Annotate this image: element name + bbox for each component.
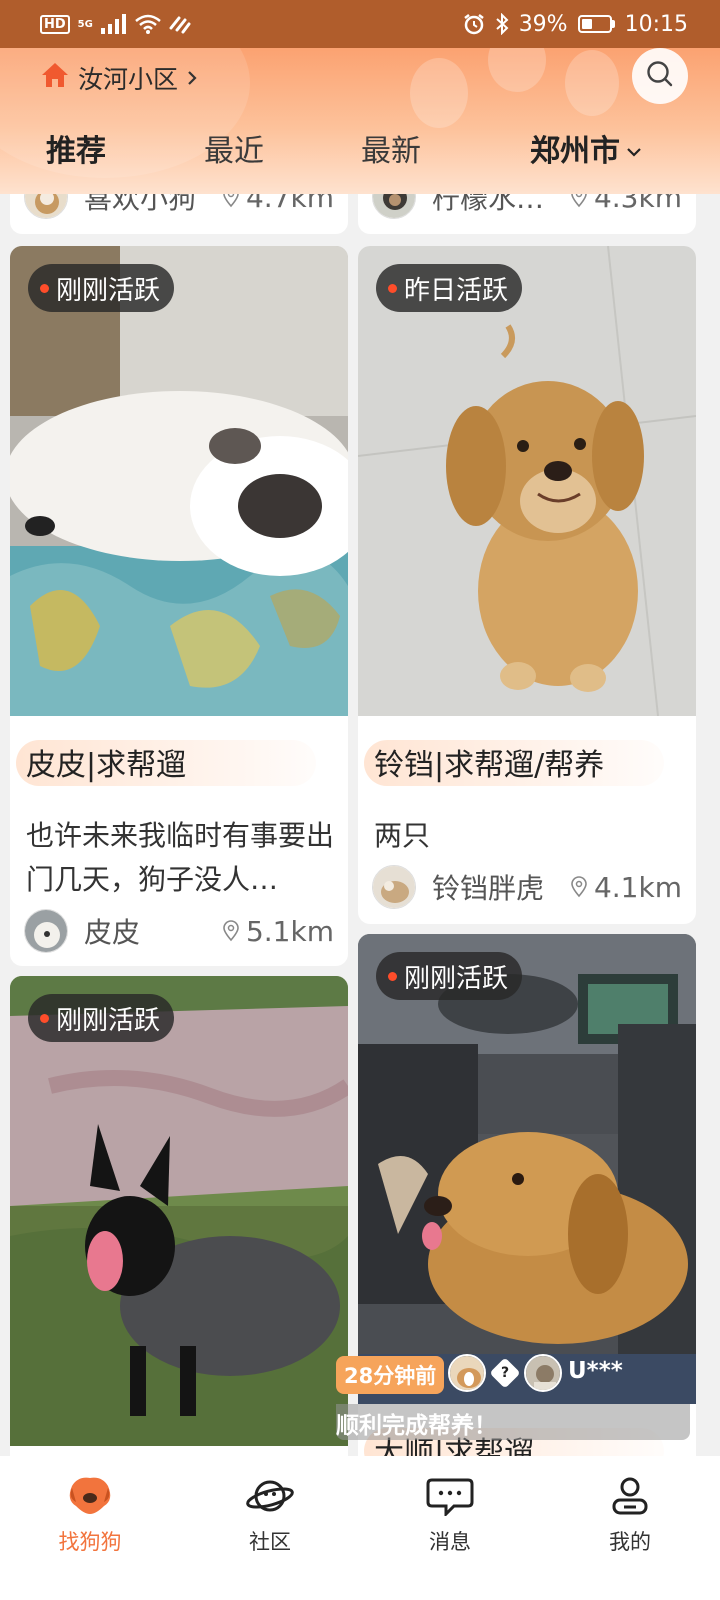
card-description: 两只 xyxy=(374,819,431,852)
avatar xyxy=(524,1354,562,1392)
location-name: 汝河小区 xyxy=(78,65,179,94)
search-icon xyxy=(645,59,675,93)
nav-messages[interactable]: 消息 xyxy=(360,1456,540,1600)
avatar xyxy=(24,194,68,219)
person-icon xyxy=(606,1476,654,1520)
alarm-icon xyxy=(463,13,485,35)
distance-value: 5.1km xyxy=(245,914,334,948)
distance: 4.3km xyxy=(570,194,682,214)
nav-label: 我的 xyxy=(609,1530,651,1554)
toast-symbol: ? xyxy=(500,1365,510,1381)
dog-face-icon xyxy=(66,1476,114,1520)
card-meta: 皮皮 5.1km xyxy=(24,908,334,954)
chat-bubble-icon xyxy=(426,1476,474,1520)
network-type: 5G xyxy=(77,18,93,30)
avatar xyxy=(24,909,68,953)
dog-card-partial[interactable]: 喜欢小狗 4.7km xyxy=(10,194,348,234)
nav-community[interactable]: 社区 xyxy=(180,1456,360,1600)
feed-tabs: 推荐 最近 最新 郑州市 xyxy=(0,126,720,170)
avatar xyxy=(372,194,416,219)
dog-photo: 刚刚活跃 xyxy=(10,246,348,716)
wifi-icon xyxy=(135,14,161,34)
dog-photo: 刚刚活跃 xyxy=(10,976,348,1446)
signal-icon xyxy=(100,14,127,34)
location-pin-icon xyxy=(223,194,239,208)
location-pin-icon xyxy=(223,920,239,942)
status-bar: HD 5G 39% 10:15 xyxy=(0,0,720,48)
distance: 4.7km xyxy=(222,194,334,214)
nav-label: 找狗狗 xyxy=(58,1530,122,1554)
author-name: 喜欢小狗 xyxy=(84,194,197,215)
tab-newest[interactable]: 最新 xyxy=(361,126,421,170)
card-title: 铃铛|求帮遛/帮养 xyxy=(374,748,605,783)
chevron-right-icon xyxy=(186,64,198,93)
card-description: 也许未来我临时有事要出门几天，狗子没人… xyxy=(26,819,335,896)
distance-value: 4.7km xyxy=(245,194,334,214)
toast-message: 顺利完成帮养！ xyxy=(336,1413,497,1439)
city-name: 郑州市 xyxy=(530,134,620,169)
battery-percent: 39% xyxy=(518,11,568,37)
activity-badge: 刚刚活跃 xyxy=(28,264,175,312)
avatar xyxy=(372,865,416,909)
dog-card[interactable]: 刚刚活跃 皮皮|求帮遛 也许未来我临时有事要出门几天，狗子没人… 皮皮 5.1k… xyxy=(10,246,348,966)
dog-feed: 喜欢小狗 4.7km 柠檬水… 4.3km 刚刚活跃 皮皮|求帮遛 也许未来我临… xyxy=(0,194,720,1456)
nav-profile[interactable]: 我的 xyxy=(540,1456,720,1600)
paw-decoration xyxy=(410,58,468,128)
author-name: 皮皮 xyxy=(84,916,141,949)
author-name: 柠檬水… xyxy=(432,194,545,215)
card-meta: 铃铛胖虎 4.1km xyxy=(372,864,682,910)
chevron-down-icon xyxy=(626,131,642,166)
activity-badge: 昨日活跃 xyxy=(376,264,523,312)
tab-recent[interactable]: 最近 xyxy=(204,126,264,170)
location-pin-icon xyxy=(571,876,587,898)
dog-card[interactable]: 刚刚活跃 xyxy=(10,976,348,1456)
dog-card-partial[interactable]: 柠檬水… 4.3km xyxy=(358,194,696,234)
distance-value: 4.1km xyxy=(593,870,682,904)
bottom-navigation: 找狗狗 社区 消息 我的 xyxy=(0,1456,720,1600)
avatar xyxy=(448,1354,486,1392)
paw-decoration xyxy=(565,50,619,116)
dog-card[interactable]: 昨日活跃 铃铛|求帮遛/帮养 两只 铃铛胖虎 4.1km xyxy=(358,246,696,924)
home-icon xyxy=(40,61,70,95)
card-meta: 柠檬水… 4.3km xyxy=(372,194,682,220)
nav-label: 消息 xyxy=(429,1530,471,1554)
unknown-glyph-icon: ? xyxy=(489,1357,521,1389)
toast-user: U*** xyxy=(568,1358,623,1384)
location-pin-icon xyxy=(571,194,587,208)
city-selector[interactable]: 郑州市 xyxy=(530,126,642,170)
completion-toast: 28分钟前 ? U*** 顺利完成帮养！ xyxy=(336,1350,690,1444)
search-button[interactable] xyxy=(632,48,688,104)
activity-badge: 刚刚活跃 xyxy=(28,994,175,1042)
tab-recommend[interactable]: 推荐 xyxy=(46,126,106,170)
dog-photo: 刚刚活跃 xyxy=(358,934,696,1404)
activity-badge: 刚刚活跃 xyxy=(376,952,523,1000)
clock: 10:15 xyxy=(624,11,688,37)
bluetooth-icon xyxy=(495,13,509,35)
app-screen: HD 5G 39% 10:15 汝河小区 推荐 最近 最新 郑州市 喜欢小狗 4… xyxy=(0,0,720,1600)
nav-find-dog[interactable]: 找狗狗 xyxy=(0,1456,180,1600)
nav-label: 社区 xyxy=(249,1530,291,1554)
nfc-icon xyxy=(169,14,191,34)
distance: 4.1km xyxy=(570,871,682,904)
paw-decoration xyxy=(488,48,546,92)
card-meta: 喜欢小狗 4.7km xyxy=(24,194,334,220)
dog-photo: 昨日活跃 xyxy=(358,246,696,716)
battery-icon xyxy=(577,15,615,33)
distance: 5.1km xyxy=(222,915,334,948)
card-title: 皮皮|求帮遛 xyxy=(26,748,187,783)
planet-icon xyxy=(246,1476,294,1520)
location-selector[interactable]: 汝河小区 xyxy=(40,60,198,96)
toast-time: 28分钟前 xyxy=(336,1356,445,1394)
author-name: 铃铛胖虎 xyxy=(432,872,545,905)
hd-badge: HD xyxy=(40,14,70,34)
distance-value: 4.3km xyxy=(593,194,682,214)
app-header: 汝河小区 推荐 最近 最新 郑州市 xyxy=(0,48,720,194)
